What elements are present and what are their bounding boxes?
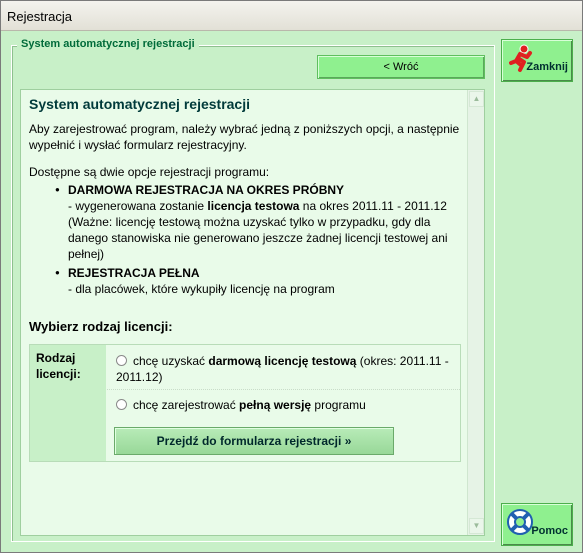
license-type-label: Rodzaj licencji: [30, 345, 106, 461]
content-panel: System automatycznej rejestracji Aby zar… [20, 89, 485, 536]
close-button[interactable]: Zamknij [501, 39, 573, 82]
title-bar: Rejestracja [1, 1, 582, 31]
list-item-trial: DARMOWA REJESTRACJA NA OKRES PRÓBNY - wy… [55, 182, 461, 262]
license-option-full[interactable]: chcę zarejestrować pełną wersję programu [116, 397, 460, 413]
help-label: Pomoc [531, 525, 568, 537]
content-heading: System automatycznej rejestracji [29, 96, 250, 112]
scroll-down-icon[interactable]: ▼ [469, 518, 484, 534]
trial-title: DARMOWA REJESTRACJA NA OKRES PRÓBNY [68, 183, 345, 197]
trial-radio[interactable] [116, 355, 127, 366]
registration-window: Rejestracja System automatycznej rejestr… [0, 0, 583, 553]
options-intro-text: Dostępne są dwie opcje rejestracji progr… [29, 165, 270, 179]
license-option-trial[interactable]: chcę uzyskać darmową licencję testową (o… [116, 353, 460, 385]
go-to-form-button[interactable]: Przejdź do formularza rejestracji » [114, 427, 394, 455]
groupbox-label: System automatycznej rejestracji [17, 38, 199, 50]
trial-line: - wygenerowana zostanie licencja testowa… [68, 199, 447, 213]
scroll-up-icon[interactable]: ▲ [469, 91, 484, 107]
help-button[interactable]: Pomoc [501, 503, 573, 546]
content-inner: System automatycznej rejestracji Aby zar… [29, 96, 461, 346]
options-list: DARMOWA REJESTRACJA NA OKRES PRÓBNY - wy… [55, 182, 461, 297]
full-line: - dla placówek, które wykupiły licencję … [68, 282, 335, 296]
choose-license-heading: Wybierz rodzaj licencji: [29, 319, 173, 334]
window-title: Rejestracja [7, 9, 73, 24]
list-item-full: REJESTRACJA PEŁNA - dla placówek, które … [55, 265, 461, 297]
trial-note: (Ważne: licencję testową można uzyskać t… [68, 215, 448, 261]
back-button[interactable]: < Wróć [317, 55, 485, 79]
full-title: REJESTRACJA PEŁNA [68, 266, 200, 280]
close-label: Zamknij [526, 61, 568, 73]
license-table: Rodzaj licencji: chcę uzyskać darmową li… [29, 344, 461, 462]
content-scrollbar[interactable]: ▲ ▼ [467, 90, 484, 535]
full-radio[interactable] [116, 399, 127, 410]
intro-text: Aby zarejestrować program, należy wybrać… [29, 122, 460, 152]
option-divider [107, 389, 460, 390]
